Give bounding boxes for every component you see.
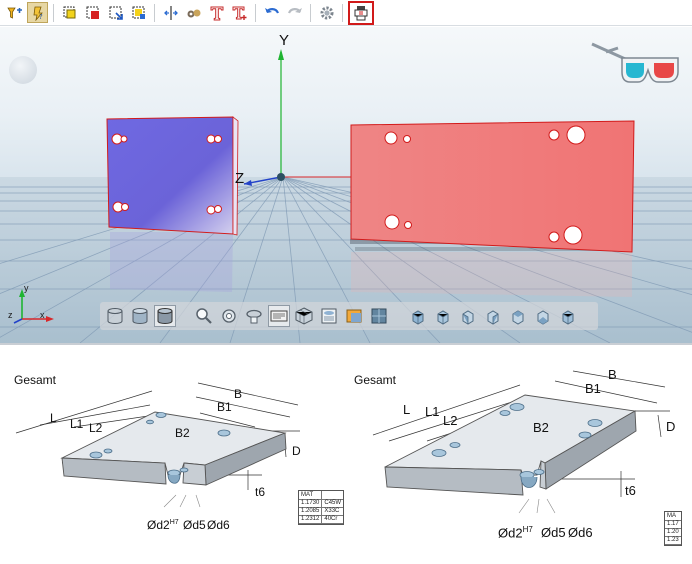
drawing-1-dim-b1: B1: [217, 400, 232, 414]
drawing-1-d2-text: Ød2: [147, 518, 170, 532]
toolbar-separator: [310, 3, 311, 22]
toolbar-separator: [255, 3, 256, 22]
view-cylinder-wire-icon[interactable]: [104, 305, 126, 327]
rotate-icon[interactable]: [243, 305, 265, 327]
drawing-icon[interactable]: [318, 305, 340, 327]
hint-icon[interactable]: ?: [27, 2, 48, 23]
toolbar-separator: [342, 3, 343, 22]
drawing-1-h7-text: H7: [169, 519, 179, 526]
text-add-icon[interactable]: [229, 2, 250, 23]
view-bottom-icon[interactable]: [532, 305, 554, 327]
drawing-2-dim-d6: Ød6: [568, 525, 593, 540]
measure-icon[interactable]: [183, 2, 204, 23]
view-back-icon[interactable]: [432, 305, 454, 327]
mat-cell: 1.1730: [299, 499, 322, 508]
drawing-1-dim-t6: t6: [255, 485, 266, 499]
drawing-1-dim-d5: Ød5: [183, 518, 206, 532]
mat-cell: 1.17: [665, 520, 681, 529]
mesh-icon[interactable]: [293, 305, 315, 327]
drawing-1-material-table: MAT 1.1730 C45W 1.2085 X33C 1.2312 40Cr: [298, 490, 345, 525]
view-toolbar: [100, 302, 598, 330]
select-box-blue-icon[interactable]: [105, 2, 126, 23]
svg-text:?: ?: [39, 13, 43, 21]
toolbar-separator: [53, 3, 54, 22]
mini-axis-y-label: y: [24, 283, 29, 293]
view-cylinder-dark-icon[interactable]: [154, 305, 176, 327]
axis-y-label: Y: [279, 32, 290, 49]
drawing-2-dim-d5: Ød5: [541, 525, 566, 540]
text-icon[interactable]: [206, 2, 227, 23]
3d-scene: [0, 27, 692, 343]
drawing-2-material-table: MA 1.17 1.20 1.23: [664, 511, 682, 546]
drawing-1-dim-l: L: [50, 411, 57, 425]
drawing-1-dim-b2: B2: [175, 426, 190, 440]
view-front-icon[interactable]: [407, 305, 429, 327]
drawing-2-dim-b: B: [608, 367, 617, 382]
mat-header: MAT: [299, 491, 322, 500]
section-icon[interactable]: [268, 305, 290, 327]
view-right-icon[interactable]: [482, 305, 504, 327]
zoom-icon[interactable]: [193, 305, 215, 327]
redo-icon[interactable]: [284, 2, 305, 23]
drawing-1-dim-l1: L1: [70, 417, 84, 431]
mini-axis-z-label: z: [8, 310, 13, 320]
drawing-2-d2-text: Ød2: [498, 525, 523, 541]
split-view-icon[interactable]: [160, 2, 181, 23]
texture-icon[interactable]: [368, 305, 390, 327]
settings-icon[interactable]: [316, 2, 337, 23]
toolbar-separator: [154, 3, 155, 22]
select-box-red-icon[interactable]: [82, 2, 103, 23]
drawing-2-dim-b2: B2: [533, 420, 549, 435]
technical-drawings-panel: Gesamt B B1 B2 L L1 L2 D t6 Ød2H7 Ød5 Ød…: [0, 345, 692, 564]
orbit-button[interactable]: [9, 56, 37, 84]
drawing-2-dim-l2: L2: [443, 413, 458, 428]
undo-icon[interactable]: [261, 2, 282, 23]
view-iso-icon[interactable]: [557, 305, 579, 327]
zoom-fit-icon[interactable]: [218, 305, 240, 327]
mat-cell: X33C: [321, 507, 344, 516]
grid-plane-icon[interactable]: [343, 305, 365, 327]
drawing-1-dim-d: D: [292, 444, 301, 458]
filter-icon[interactable]: [4, 2, 25, 23]
axis-z-label: Z: [235, 170, 245, 187]
mat-cell: 40Cr: [321, 515, 344, 524]
drawing-1-dim-l2: L2: [89, 421, 103, 435]
drawing-2-dim-l: L: [403, 402, 411, 417]
mat-cell: 1.20: [665, 528, 681, 537]
3d-viewport[interactable]: Y Z y x z: [0, 27, 692, 343]
drawing-1-dim-b: B: [234, 387, 243, 401]
mat-cell: 1.2312: [299, 515, 322, 524]
drawing-2-dim-t6: t6: [625, 483, 636, 498]
mat-header: MA: [665, 512, 681, 521]
drawing-1-dim-d2: Ød2H7: [147, 518, 179, 532]
drawing-2-dim-b1: B1: [585, 381, 601, 396]
drawing-2-h7-text: H7: [522, 525, 533, 534]
main-toolbar: ?: [0, 0, 692, 26]
drawing-2-dim-l1: L1: [425, 404, 440, 419]
export-3d-icon[interactable]: [348, 0, 374, 25]
drawing-1-dim-d6: Ød6: [207, 518, 230, 532]
drawing-2-dim-d2: Ød2H7: [498, 525, 533, 540]
select-box-yellow-icon[interactable]: [128, 2, 149, 23]
mat-cell: 1.23: [665, 536, 681, 545]
drawing-2-dim-d: D: [666, 419, 676, 434]
view-top-icon[interactable]: [507, 305, 529, 327]
mat-cell: C45W: [321, 499, 344, 508]
select-all-icon[interactable]: [59, 2, 80, 23]
view-left-icon[interactable]: [457, 305, 479, 327]
mat-cell: 1.2085: [299, 507, 322, 516]
mini-axis-x-label: x: [40, 310, 45, 320]
view-cylinder-shaded-icon[interactable]: [129, 305, 151, 327]
